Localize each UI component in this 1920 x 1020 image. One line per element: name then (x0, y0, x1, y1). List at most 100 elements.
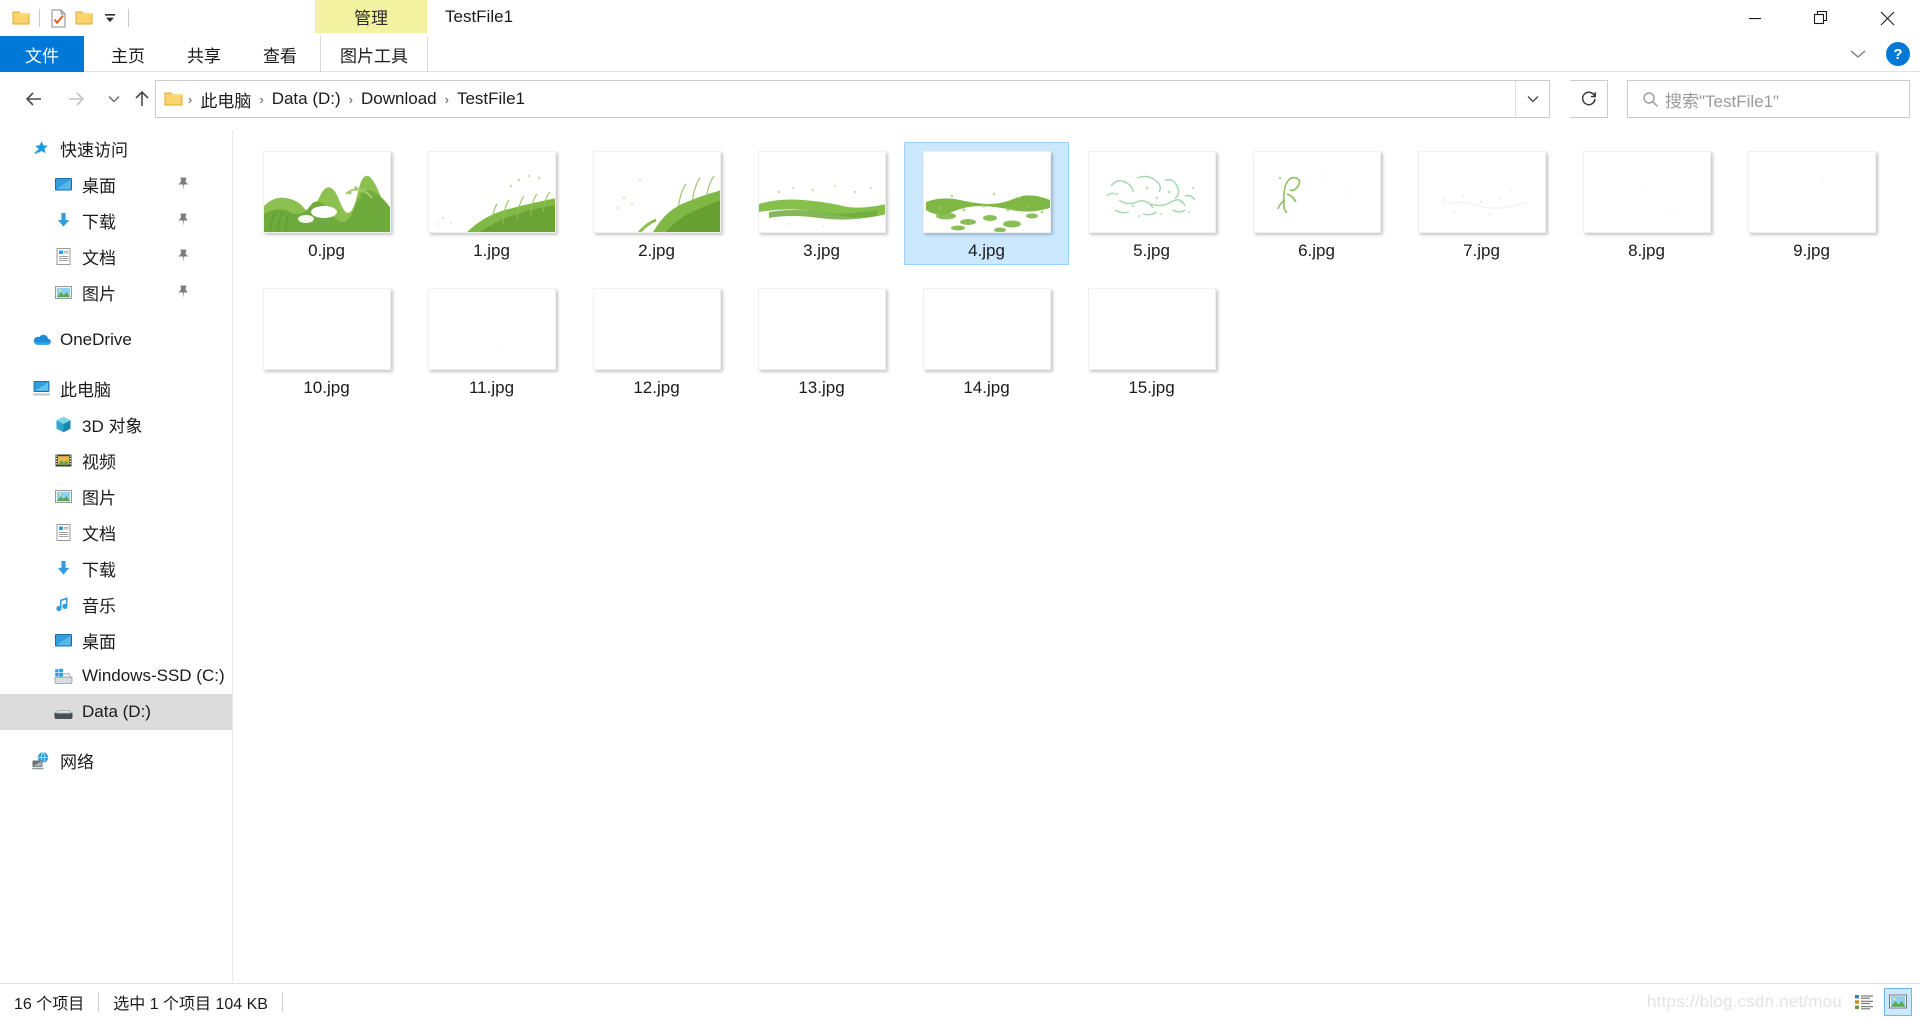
large-icons-view-button[interactable] (1884, 988, 1912, 1016)
forward-button[interactable] (58, 81, 94, 117)
file-list-view[interactable]: 0.jpg 1.jpg 2.jpg 3.jpg 4.jpg 5.jpg 6.jp… (234, 130, 1920, 982)
maximize-button[interactable] (1788, 0, 1854, 36)
title-bar: 管理 TestFile1 (0, 0, 1920, 36)
thumbnail-wrapper (427, 151, 556, 233)
breadcrumb-item-testfile1[interactable]: TestFile1 (450, 82, 532, 116)
help-button[interactable]: ? (1886, 42, 1910, 66)
thumbnail-9 (1747, 151, 1876, 233)
sidebar-item-label: OneDrive (60, 330, 132, 349)
sidebar-group-label: 此电脑 (60, 380, 111, 400)
pin-icon[interactable] (176, 248, 190, 264)
sidebar-item-videos[interactable]: 视频 (0, 442, 232, 478)
file-item[interactable]: 14.jpg (904, 279, 1069, 402)
sidebar-item-label: 图片 (82, 488, 116, 508)
documents-icon (52, 245, 74, 267)
sidebar-item-3d-objects[interactable]: 3D 对象 (0, 406, 232, 442)
chevron-down-icon[interactable] (1844, 40, 1872, 68)
file-item[interactable]: 3.jpg (739, 142, 904, 265)
details-view-button[interactable] (1850, 988, 1878, 1016)
sidebar-item-label: 桌面 (82, 632, 116, 652)
sidebar-group-this-pc[interactable]: 此电脑 (0, 370, 232, 406)
sidebar-item-documents[interactable]: 文档 (0, 238, 232, 274)
thumbnail-7 (1417, 151, 1546, 233)
sidebar-item-label: 3D 对象 (82, 416, 143, 436)
windows-drive-icon (52, 665, 74, 687)
tab-share[interactable]: 共享 (166, 36, 242, 72)
this-pc-icon (30, 377, 52, 399)
minimize-button[interactable] (1722, 0, 1788, 36)
file-item[interactable]: 0.jpg (244, 142, 409, 265)
thumbnail-wrapper (1582, 151, 1711, 233)
documents-icon (52, 521, 74, 543)
address-chevron-down-icon[interactable] (1515, 81, 1549, 117)
network-icon (30, 749, 52, 771)
sidebar-item-music[interactable]: 音乐 (0, 586, 232, 622)
tab-view[interactable]: 查看 (242, 36, 318, 72)
thumbnail-12 (592, 288, 721, 370)
tab-home[interactable]: 主页 (90, 36, 166, 72)
file-item[interactable]: 9.jpg (1729, 142, 1894, 265)
file-item[interactable]: 13.jpg (739, 279, 904, 402)
close-button[interactable] (1854, 0, 1920, 36)
file-item[interactable]: 7.jpg (1399, 142, 1564, 265)
file-item[interactable]: 2.jpg (574, 142, 739, 265)
file-item[interactable]: 6.jpg (1234, 142, 1399, 265)
properties-icon[interactable] (45, 5, 71, 31)
file-item[interactable]: 11.jpg (409, 279, 574, 402)
tab-file[interactable]: 文件 (0, 36, 84, 72)
videos-icon (52, 449, 74, 471)
file-name: 2.jpg (638, 241, 675, 260)
ribbon-tab-strip: 文件 主页 共享 查看 图片工具 ? (0, 36, 1920, 72)
customize-chevron-icon[interactable] (97, 5, 123, 31)
sidebar-item-downloads[interactable]: 下载 (0, 202, 232, 238)
back-button[interactable] (16, 81, 52, 117)
pin-icon[interactable] (176, 176, 190, 192)
address-bar[interactable]: › 此电脑 › Data (D:) › Download › TestFile1 (155, 80, 1550, 118)
search-box[interactable]: 搜索"TestFile1" (1627, 80, 1910, 118)
sidebar-item-label: 网络 (60, 752, 94, 772)
file-item[interactable]: 1.jpg (409, 142, 574, 265)
folder-icon[interactable] (8, 5, 34, 31)
new-folder-icon[interactable] (71, 5, 97, 31)
download-icon (52, 209, 74, 231)
sidebar-group-quick-access[interactable]: 快速访问 (0, 130, 232, 166)
sidebar-item-downloads-pc[interactable]: 下载 (0, 550, 232, 586)
file-item[interactable]: 8.jpg (1564, 142, 1729, 265)
thumbnail-10 (262, 288, 391, 370)
sidebar-item-pictures[interactable]: 图片 (0, 274, 232, 310)
file-item[interactable]: 10.jpg (244, 279, 409, 402)
file-grid: 0.jpg 1.jpg 2.jpg 3.jpg 4.jpg 5.jpg 6.jp… (234, 130, 1920, 416)
breadcrumb-item-this-pc[interactable]: 此电脑 (193, 82, 258, 116)
ribbon-right-controls: ? (1844, 36, 1910, 72)
sidebar-item-desktop[interactable]: 桌面 (0, 166, 232, 202)
pin-icon[interactable] (176, 212, 190, 228)
sidebar-item-network[interactable]: 网络 (0, 742, 232, 778)
thumbnail-8 (1582, 151, 1711, 233)
pin-icon[interactable] (176, 284, 190, 300)
sidebar-item-documents-pc[interactable]: 文档 (0, 514, 232, 550)
file-item[interactable]: 15.jpg (1069, 279, 1234, 402)
sidebar-item-desktop-pc[interactable]: 桌面 (0, 622, 232, 658)
file-item[interactable]: 5.jpg (1069, 142, 1234, 265)
sidebar-item-windows-ssd-c[interactable]: Windows-SSD (C:) (0, 658, 232, 694)
tab-picture-tools[interactable]: 图片工具 (320, 36, 428, 72)
sidebar-item-data-d[interactable]: Data (D:) (0, 694, 232, 730)
sidebar-item-label: 文档 (82, 524, 116, 544)
onedrive-icon (30, 329, 52, 351)
breadcrumb-item-download[interactable]: Download (354, 82, 444, 116)
file-item[interactable]: 12.jpg (574, 279, 739, 402)
contextual-tab-manage[interactable]: 管理 (315, 0, 427, 33)
sidebar-item-onedrive[interactable]: OneDrive (0, 322, 232, 358)
file-name: 7.jpg (1463, 241, 1500, 260)
navigation-pane[interactable]: 快速访问 桌面 下载 文档 图片 OneDrive 此电脑 3D 对象 视频 图… (0, 130, 233, 982)
watermark-text: https://blog.csdn.net/mou (1647, 992, 1842, 1011)
thumbnail-wrapper (592, 151, 721, 233)
file-item-selected[interactable]: 4.jpg (904, 142, 1069, 265)
music-icon (52, 593, 74, 615)
refresh-button[interactable] (1570, 80, 1608, 118)
desktop-icon (52, 629, 74, 651)
thumbnail-6 (1252, 151, 1381, 233)
breadcrumb-item-data-d[interactable]: Data (D:) (265, 82, 348, 116)
sidebar-item-label: 下载 (82, 212, 116, 232)
sidebar-item-pictures-pc[interactable]: 图片 (0, 478, 232, 514)
